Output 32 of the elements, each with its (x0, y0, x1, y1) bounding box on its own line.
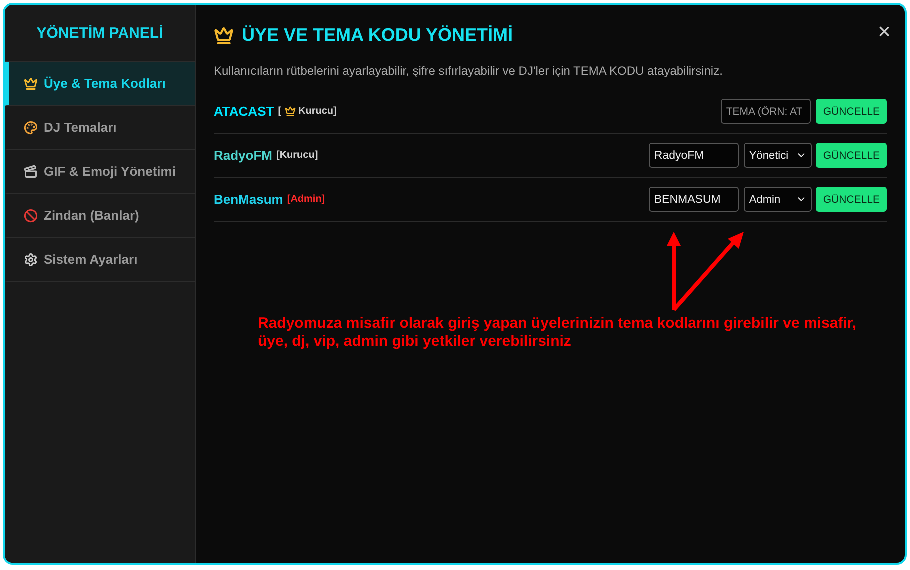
gear-icon (24, 252, 38, 266)
member-name: RadyoFM (214, 148, 272, 163)
role-dropdown[interactable]: Admin (744, 187, 812, 212)
sidebar-title: YÖNETİM PANELİ (36, 24, 164, 42)
sidebar-item[interactable]: Üye & Tema Kodları (5, 62, 195, 106)
ban-icon (24, 208, 38, 222)
palette-icon (24, 120, 38, 134)
member-name: BenMasum (214, 192, 284, 207)
theme-code-field[interactable]: BENMASUM (649, 187, 740, 212)
sidebar-item[interactable]: GIF & Emoji Yönetimi (5, 150, 195, 194)
role-tag: [Admin] (287, 194, 326, 205)
update-button[interactable]: GÜNCELLE (816, 99, 887, 124)
annotation-text: Radyomuza misafir olarak giriş yapan üyelerinizin tema kodlarını girebilir ve misafir, üye, dj, vip, admin gibi yetkiler verebilirsiniz (258, 315, 858, 351)
role-tag: [Kurucu] (276, 150, 318, 161)
member-name: ATACAST (214, 104, 274, 119)
panel-description: Kullanıcıların rütbelerini ayarlayabilir, şifre sıfırlayabilir ve DJ'ler için TEMA KODU atayabilirsiniz. (214, 64, 724, 78)
role-tag: Kurucu] (298, 106, 337, 117)
update-button[interactable]: GÜNCELLE (816, 187, 887, 212)
crown-icon (24, 76, 38, 90)
sidebar-item[interactable]: Zindan (Banlar) (5, 194, 195, 238)
role-tag-bracket: [ (278, 106, 282, 117)
close-button[interactable]: × (878, 21, 891, 43)
update-button[interactable]: GÜNCELLE (816, 143, 887, 168)
sidebar-item[interactable]: DJ Temaları (5, 106, 195, 150)
panel-title: ÜYE VE TEMA KODU YÖNETİMİ (242, 25, 514, 46)
role-dropdown[interactable]: Yönetici (744, 143, 812, 168)
theme-code-field[interactable]: RadyoFM (649, 143, 740, 168)
crown-icon (214, 26, 234, 46)
theme-code-field[interactable]: TEMA (ÖRN: AT (721, 99, 812, 124)
clapperboard-icon (24, 164, 38, 178)
crown-icon (284, 106, 296, 117)
sidebar-item[interactable]: Sistem Ayarları (5, 238, 195, 282)
